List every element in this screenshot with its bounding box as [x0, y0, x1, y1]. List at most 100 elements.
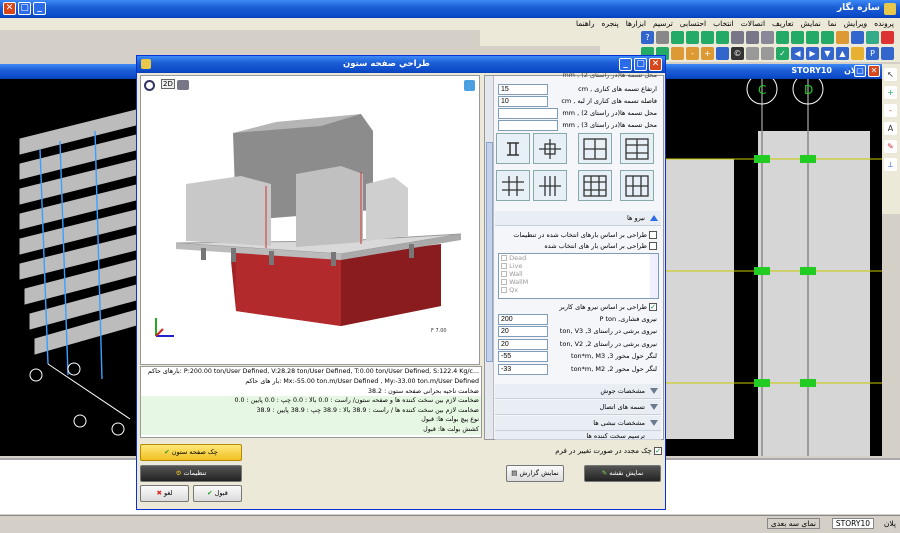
remove-frame-icon[interactable]: - — [884, 104, 897, 117]
cancel-button[interactable]: ✖ لغو — [140, 485, 189, 502]
section-weld[interactable]: مشخصات جوش — [495, 384, 661, 399]
arrow-right-icon[interactable]: ▶ — [806, 47, 819, 60]
list-item[interactable]: Qx — [501, 286, 658, 294]
force-input-v3[interactable] — [498, 326, 548, 337]
layout-option-2[interactable] — [533, 133, 567, 164]
menu-define[interactable]: تعاریف — [772, 18, 793, 30]
slab-icon[interactable] — [731, 31, 744, 44]
select-icon[interactable] — [686, 31, 699, 44]
beam-icon[interactable] — [806, 31, 819, 44]
tab-3d-view[interactable]: نمای سه بعدی — [766, 518, 820, 529]
list-item[interactable]: WallM — [501, 278, 658, 286]
list-scrollbar[interactable] — [650, 254, 658, 298]
section-plates[interactable]: تسمه های اتصال — [495, 400, 661, 415]
section-angles[interactable]: مشخصات نبشی ها — [495, 416, 661, 431]
list-item[interactable]: Live — [501, 262, 658, 270]
load-cases-list[interactable]: Dead Live Wall WallM Qx — [498, 253, 659, 299]
checkbox[interactable]: ✓ — [654, 447, 662, 455]
globe-icon[interactable] — [716, 47, 729, 60]
menu-window[interactable]: پنجره — [602, 18, 619, 30]
panel-scrollbar[interactable] — [485, 76, 494, 439]
3d-view-icon[interactable] — [881, 47, 894, 60]
brace-icon[interactable] — [776, 31, 789, 44]
menu-display[interactable]: نمایش — [801, 18, 821, 30]
force-input-v2[interactable] — [498, 339, 548, 350]
option-redesign[interactable]: ✓ چک مجدد در صورت تغییر در فرم — [555, 446, 662, 456]
arrow-up-icon[interactable]: ▲ — [836, 47, 849, 60]
tab-story10[interactable]: STORY10 — [831, 518, 874, 529]
force-input-p[interactable] — [498, 314, 548, 325]
layout-option-3[interactable] — [578, 133, 612, 164]
zoom-all-icon[interactable] — [671, 47, 684, 60]
checkbox[interactable] — [649, 242, 657, 250]
menu-edit[interactable]: ویرایش — [844, 18, 868, 30]
menu-select[interactable]: انتخاب — [713, 18, 734, 30]
grid-icon[interactable] — [746, 31, 759, 44]
wall-icon[interactable] — [761, 31, 774, 44]
checkbox[interactable] — [501, 287, 507, 293]
design-icon[interactable] — [671, 31, 684, 44]
menu-extra[interactable]: احتسابی — [680, 18, 706, 30]
force-input-m3[interactable] — [498, 351, 548, 362]
menu-draw[interactable]: ترسیم — [653, 18, 673, 30]
param-input-dir3[interactable] — [498, 120, 558, 131]
copyright-icon[interactable]: © — [731, 47, 744, 60]
show-map-button[interactable]: ✎ نمایش نقشه — [584, 465, 661, 482]
plan-maximize-button[interactable]: ▢ — [854, 65, 866, 77]
layout-option-7[interactable] — [578, 170, 612, 201]
checkbox[interactable] — [501, 271, 507, 277]
plan-view-icon[interactable]: P — [866, 47, 879, 60]
checkbox[interactable] — [501, 263, 507, 269]
zoom-in-icon[interactable]: + — [701, 47, 714, 60]
new-icon[interactable] — [881, 31, 894, 44]
arrow-left-icon[interactable]: ◀ — [791, 47, 804, 60]
help-icon[interactable]: ? — [641, 31, 654, 44]
ok-button[interactable]: ✔ قبول — [193, 485, 242, 502]
pointer-icon[interactable]: ↖ — [884, 68, 897, 81]
layout-option-5[interactable] — [496, 170, 530, 201]
menu-help[interactable]: راهنما — [576, 18, 595, 30]
check-icon[interactable]: ✓ — [776, 47, 789, 60]
run-icon[interactable] — [701, 31, 714, 44]
checkbox[interactable] — [649, 231, 657, 239]
option-design-selected[interactable]: طراحی بر اساس بارهای انتخاب شده در تنظیم… — [513, 230, 657, 240]
section-stiffeners[interactable]: ترسیم سخت کننده ها — [495, 431, 661, 440]
measure-icon[interactable]: ⟂ — [884, 158, 897, 171]
param-input-dir2[interactable] — [498, 108, 558, 119]
checkbox[interactable] — [501, 255, 507, 261]
checkbox[interactable] — [501, 279, 507, 285]
show-report-button[interactable]: ▤ نمایش گزارش — [506, 465, 564, 482]
save-icon[interactable] — [851, 31, 864, 44]
baseplate-3d-viewport[interactable]: 2D F 7.00 — [140, 75, 480, 365]
tab-plan[interactable]: پلان — [884, 519, 896, 528]
layout-option-8[interactable] — [620, 170, 654, 201]
report-text-area[interactable]: ...P:200.00 ton/User Defined, V:28.28 to… — [140, 366, 482, 438]
zoom-out-icon[interactable]: - — [686, 47, 699, 60]
copy-icon[interactable] — [746, 47, 759, 60]
menu-connections[interactable]: اتصالات — [741, 18, 765, 30]
plan-drawing[interactable]: C D — [662, 79, 882, 456]
column-icon[interactable] — [791, 31, 804, 44]
add-frame-icon[interactable]: + — [884, 86, 897, 99]
list-item[interactable]: Wall — [501, 270, 658, 278]
app-close-button[interactable]: ✕ — [3, 2, 16, 15]
print-icon[interactable] — [761, 47, 774, 60]
app-maximize-button[interactable]: ▢ — [18, 2, 31, 15]
list-item[interactable]: Dead — [501, 254, 658, 262]
menu-file[interactable]: پرونده — [874, 18, 894, 30]
option-design-combos[interactable]: طراحی بر اساس بار های انتخاب شده — [544, 241, 657, 251]
layout-option-6[interactable] — [533, 170, 567, 201]
param-input-edge-distance[interactable] — [498, 96, 548, 107]
option-user-forces[interactable]: ✓ طراحی بر اساس نیرو های کاربر — [559, 302, 657, 312]
frame-icon[interactable] — [821, 31, 834, 44]
check-baseplate-button[interactable]: ✔ چک صفحه ستون — [140, 444, 242, 461]
3d-building-model[interactable] — [0, 79, 140, 456]
scrollbar-thumb[interactable] — [486, 142, 493, 362]
app-minimize-button[interactable]: _ — [33, 2, 46, 15]
plan-close-button[interactable]: ✕ — [868, 65, 880, 77]
layout-option-1[interactable] — [496, 133, 530, 164]
load-icon[interactable] — [716, 31, 729, 44]
checkbox[interactable]: ✓ — [649, 303, 657, 311]
settings-icon[interactable] — [656, 31, 669, 44]
undo-icon[interactable] — [836, 31, 849, 44]
